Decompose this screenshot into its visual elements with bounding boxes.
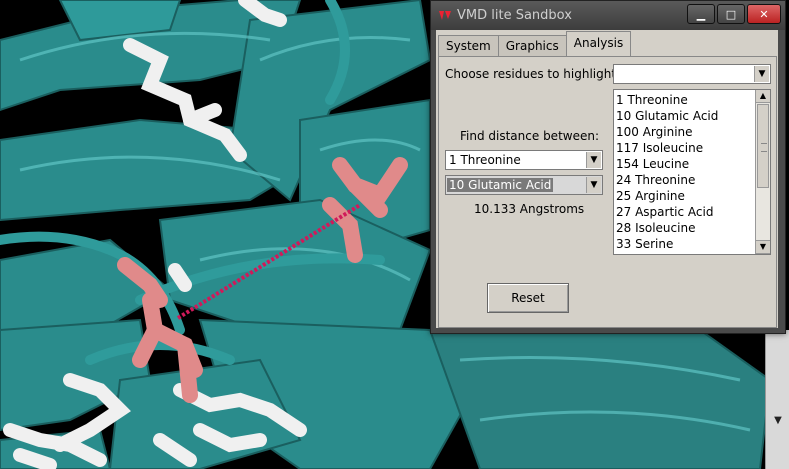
residue-list-items: 1 Threonine 10 Glutamic Acid 100 Arginin… — [616, 92, 718, 252]
tab-graphics[interactable]: Graphics — [497, 35, 567, 56]
vmd-logo-icon — [439, 11, 451, 20]
title-bar[interactable]: VMD lite Sandbox ▁ □ ✕ — [431, 1, 785, 30]
window-controls: ▁ □ ✕ — [687, 4, 781, 24]
grip-icon — [761, 143, 767, 152]
residue-b-select[interactable]: 10 Glutamic Acid ▼ — [445, 175, 603, 195]
chevron-down-icon[interactable]: ▼ — [586, 152, 601, 168]
analysis-panel: Choose residues to highlight: ▼ Find dis… — [438, 56, 777, 328]
window-client: System Graphics Analysis Choose residues… — [436, 30, 778, 328]
chevron-down-icon[interactable]: ▼ — [586, 177, 601, 193]
chevron-down-icon[interactable]: ▼ — [754, 66, 769, 82]
list-item[interactable]: 100 Arginine — [616, 124, 718, 140]
listbox-scrollbar[interactable]: ▲ ▼ — [755, 90, 770, 254]
list-item[interactable]: 1 Threonine — [616, 92, 718, 108]
scroll-down-icon[interactable]: ▼ — [756, 240, 770, 254]
window-title: VMD lite Sandbox — [457, 8, 572, 23]
list-item[interactable]: 33 Serine — [616, 236, 718, 252]
list-item[interactable]: 10 Glutamic Acid — [616, 108, 718, 124]
residue-b-value: 10 Glutamic Acid — [447, 178, 554, 192]
residue-a-select[interactable]: 1 Threonine ▼ — [445, 150, 603, 170]
residue-listbox[interactable]: 1 Threonine 10 Glutamic Acid 100 Arginin… — [613, 89, 771, 255]
list-item[interactable]: 154 Leucine — [616, 156, 718, 172]
close-button[interactable]: ✕ — [747, 4, 781, 24]
background-scrollbar[interactable]: ▼ — [765, 330, 789, 469]
tab-analysis[interactable]: Analysis — [565, 31, 632, 56]
list-item[interactable]: 28 Isoleucine — [616, 220, 718, 236]
list-item[interactable]: 24 Threonine — [616, 172, 718, 188]
maximize-button[interactable]: □ — [717, 4, 745, 24]
highlight-label: Choose residues to highlight: — [445, 67, 621, 81]
scroll-up-icon[interactable]: ▲ — [756, 90, 770, 103]
minimize-button[interactable]: ▁ — [687, 4, 715, 24]
scroll-down-icon[interactable]: ▼ — [772, 416, 784, 426]
distance-label: Find distance between: — [460, 129, 599, 143]
residue-a-value: 1 Threonine — [449, 153, 521, 167]
vmd-lite-window: VMD lite Sandbox ▁ □ ✕ System Graphics A… — [430, 0, 786, 334]
list-item[interactable]: 27 Aspartic Acid — [616, 204, 718, 220]
list-item[interactable]: 25 Arginine — [616, 188, 718, 204]
list-item[interactable]: 117 Isoleucine — [616, 140, 718, 156]
distance-result: 10.133 Angstroms — [474, 202, 585, 216]
scroll-thumb[interactable] — [757, 104, 769, 188]
tab-system[interactable]: System — [438, 35, 499, 56]
highlight-residue-select[interactable]: ▼ — [613, 64, 771, 84]
tab-bar: System Graphics Analysis — [438, 31, 632, 56]
reset-button[interactable]: Reset — [487, 283, 569, 313]
